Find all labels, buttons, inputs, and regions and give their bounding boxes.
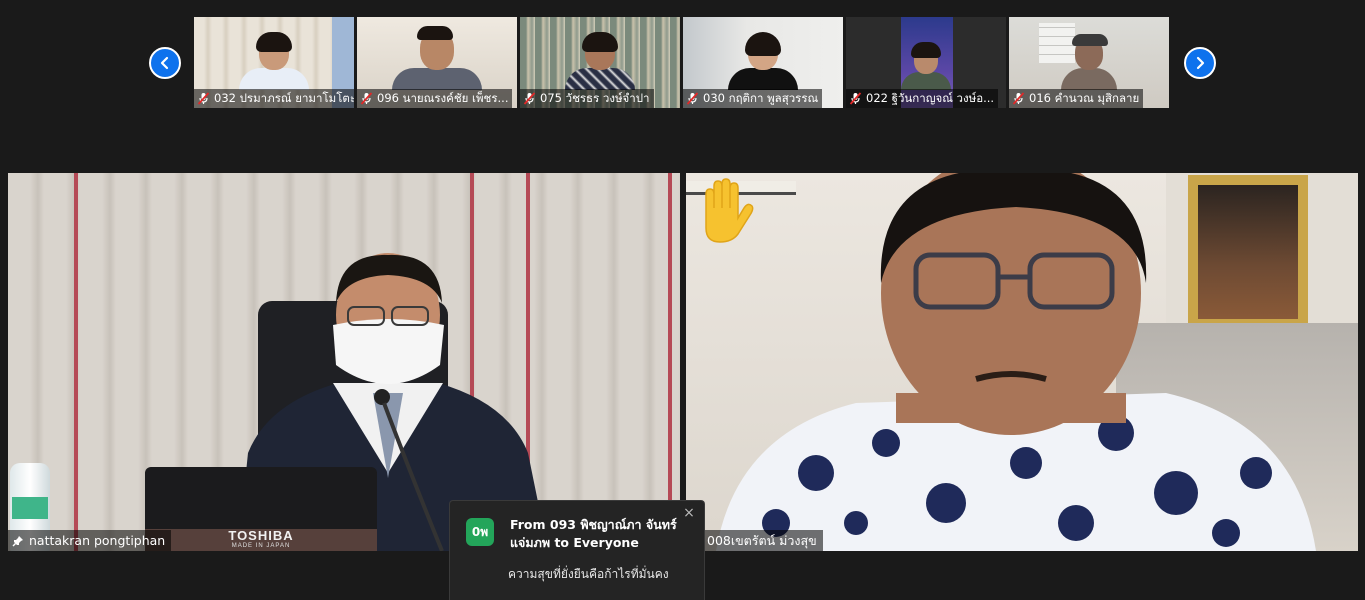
mic-muted-icon xyxy=(1012,92,1025,105)
participant-thumbnail[interactable]: 030 กฤติกา พูลสุวรรณ xyxy=(683,17,843,108)
microphone xyxy=(374,389,444,551)
laptop-brand: TOSHIBA xyxy=(228,528,294,543)
raised-hand-icon xyxy=(705,178,754,243)
mic-muted-icon xyxy=(523,92,536,105)
participant-video xyxy=(716,173,1316,551)
chat-message-text: ความสุขที่ยั่งยืนคือก้าไรที่มั่นคง xyxy=(508,567,669,581)
close-icon[interactable]: × xyxy=(682,506,696,520)
participant-video xyxy=(392,26,482,90)
chat-notification[interactable]: 0พ From 093 พิชญาณ์ภา จันทร์แจ่มภพ to Ev… xyxy=(449,500,705,600)
chat-sender-line: From 093 พิชญาณ์ภา จันทร์แจ่มภพ to Every… xyxy=(510,517,677,550)
participant-name: 022 ฐิวันกาญจณ์ วงษ์อ... xyxy=(866,91,995,105)
participant-video xyxy=(728,32,798,90)
laptop-subtitle: MADE IN JAPAN xyxy=(231,543,291,549)
gallery-prev-button[interactable] xyxy=(149,47,181,79)
sender-avatar: 0พ xyxy=(466,518,494,546)
pin-icon xyxy=(12,535,23,546)
participant-name: 030 กฤติกา พูลสุวรรณ xyxy=(703,91,819,105)
participant-thumbnail-strip: 032 ปรมาภรณ์ ยามาโมโตะ 096 นายณรงค์ชัย เ… xyxy=(194,17,1169,108)
laptop: TOSHIBA MADE IN JAPAN xyxy=(145,467,377,551)
participant-name-label: 022 ฐิวันกาญจณ์ วงษ์อ... xyxy=(846,89,999,108)
participant-name: 032 ปรมาภรณ์ ยามาโมโตะ xyxy=(214,91,354,105)
mic-muted-icon xyxy=(197,92,210,105)
participant-name-label: 016 คำนวณ มุสิกลาย xyxy=(1009,89,1144,108)
participant-thumbnail[interactable]: 032 ปรมาภรณ์ ยามาโมโตะ xyxy=(194,17,354,108)
participant-name-label: 075 วัชรธร วงษ์จำปา xyxy=(520,89,654,108)
mic-muted-icon xyxy=(849,92,862,105)
mic-muted-icon xyxy=(686,92,699,105)
participant-name: 008เขตรัตน์ ม่วงสุข xyxy=(707,533,817,548)
participant-thumbnail[interactable]: 016 คำนวณ มุสิกลาย xyxy=(1009,17,1169,108)
participant-name: 075 วัชรธร วงษ์จำปา xyxy=(540,91,650,105)
main-video-tile-participant[interactable]: 008เขตรัตน์ ม่วงสุข xyxy=(686,173,1358,551)
mic-muted-icon xyxy=(360,92,373,105)
participant-name-label: 030 กฤติกา พูลสุวรรณ xyxy=(683,89,823,108)
zoom-meeting-window: 032 ปรมาภรณ์ ยามาโมโตะ 096 นายณรงค์ชัย เ… xyxy=(0,0,1365,600)
participant-video xyxy=(565,32,635,90)
participant-name-label: nattakran pongtiphan xyxy=(8,530,172,551)
chevron-right-icon xyxy=(1196,56,1205,70)
participant-name: 016 คำนวณ มุสิกลาย xyxy=(1029,91,1140,105)
participant-name-label: 008เขตรัตน์ ม่วงสุข xyxy=(686,530,823,551)
main-video-tile-speaker[interactable]: TOSHIBA MADE IN JAPAN nattakran pongtiph… xyxy=(8,173,680,551)
participant-name-label: 032 ปรมาภรณ์ ยามาโมโตะ xyxy=(194,89,354,108)
chevron-left-icon xyxy=(160,56,169,70)
participant-video xyxy=(1061,34,1117,90)
participant-thumbnail[interactable]: 022 ฐิวันกาญจณ์ วงษ์อ... xyxy=(846,17,1006,108)
participant-name-label: 096 นายณรงค์ชัย เพ็ชร... xyxy=(357,89,513,108)
participant-name: nattakran pongtiphan xyxy=(29,533,166,548)
participant-thumbnail[interactable]: 075 วัชรธร วงษ์จำปา xyxy=(520,17,680,108)
gallery-next-button[interactable] xyxy=(1184,47,1216,79)
participant-video xyxy=(901,42,951,90)
participant-name: 096 นายณรงค์ชัย เพ็ชร... xyxy=(377,91,509,105)
participant-thumbnail[interactable]: 096 นายณรงค์ชัย เพ็ชร... xyxy=(357,17,517,108)
participant-video xyxy=(239,32,309,90)
